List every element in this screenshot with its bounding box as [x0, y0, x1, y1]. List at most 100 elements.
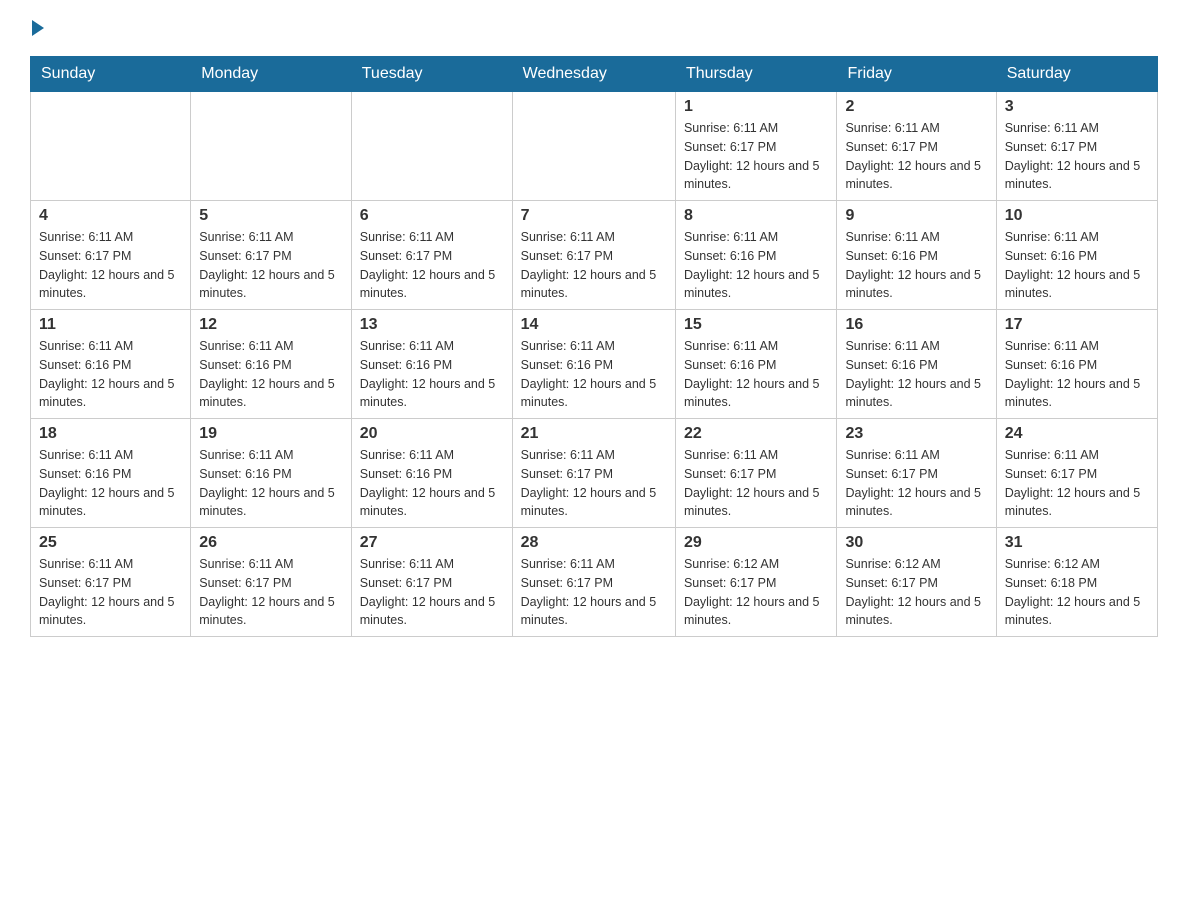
calendar-week-row: 1 Sunrise: 6:11 AMSunset: 6:17 PMDaylight… [31, 92, 1158, 201]
day-info: Sunrise: 6:11 AMSunset: 6:17 PMDaylight:… [360, 228, 504, 303]
weekday-wednesday: Wednesday [512, 57, 675, 92]
day-number: 1 [684, 98, 829, 116]
day-number: 3 [1005, 98, 1149, 116]
calendar-cell: 31 Sunrise: 6:12 AMSunset: 6:18 PMDayligh… [996, 528, 1157, 637]
calendar-cell: 18 Sunrise: 6:11 AMSunset: 6:16 PMDayligh… [31, 419, 191, 528]
calendar-week-row: 25 Sunrise: 6:11 AMSunset: 6:17 PMDayligh… [31, 528, 1158, 637]
day-info: Sunrise: 6:11 AMSunset: 6:17 PMDaylight:… [39, 555, 182, 630]
day-number: 16 [845, 316, 987, 334]
calendar-cell: 16 Sunrise: 6:11 AMSunset: 6:16 PMDayligh… [837, 310, 996, 419]
weekday-saturday: Saturday [996, 57, 1157, 92]
calendar-cell [512, 92, 675, 201]
day-number: 4 [39, 207, 182, 225]
day-number: 2 [845, 98, 987, 116]
day-info: Sunrise: 6:11 AMSunset: 6:16 PMDaylight:… [39, 337, 182, 412]
logo [30, 20, 46, 36]
calendar-cell: 9 Sunrise: 6:11 AMSunset: 6:16 PMDaylight… [837, 201, 996, 310]
day-info: Sunrise: 6:11 AMSunset: 6:16 PMDaylight:… [684, 337, 829, 412]
page-header [30, 20, 1158, 36]
calendar-week-row: 4 Sunrise: 6:11 AMSunset: 6:17 PMDaylight… [31, 201, 1158, 310]
calendar-cell: 19 Sunrise: 6:11 AMSunset: 6:16 PMDayligh… [191, 419, 352, 528]
day-info: Sunrise: 6:11 AMSunset: 6:17 PMDaylight:… [39, 228, 182, 303]
day-info: Sunrise: 6:11 AMSunset: 6:16 PMDaylight:… [521, 337, 667, 412]
calendar-cell: 7 Sunrise: 6:11 AMSunset: 6:17 PMDaylight… [512, 201, 675, 310]
day-number: 24 [1005, 425, 1149, 443]
day-number: 17 [1005, 316, 1149, 334]
day-number: 7 [521, 207, 667, 225]
day-number: 29 [684, 534, 829, 552]
day-info: Sunrise: 6:11 AMSunset: 6:17 PMDaylight:… [521, 228, 667, 303]
calendar-cell: 15Sunrise: 6:11 AMSunset: 6:16 PMDayligh… [675, 310, 837, 419]
day-info: Sunrise: 6:12 AMSunset: 6:18 PMDaylight:… [1005, 555, 1149, 630]
day-number: 22 [684, 425, 829, 443]
calendar-cell: 30 Sunrise: 6:12 AMSunset: 6:17 PMDayligh… [837, 528, 996, 637]
calendar-cell: 3 Sunrise: 6:11 AMSunset: 6:17 PMDaylight… [996, 92, 1157, 201]
day-number: 13 [360, 316, 504, 334]
day-info: Sunrise: 6:11 AMSunset: 6:17 PMDaylight:… [684, 446, 829, 521]
day-info: Sunrise: 6:11 AMSunset: 6:17 PMDaylight:… [1005, 119, 1149, 194]
day-number: 6 [360, 207, 504, 225]
day-number: 25 [39, 534, 182, 552]
calendar-cell: 23Sunrise: 6:11 AMSunset: 6:17 PMDayligh… [837, 419, 996, 528]
calendar-week-row: 18 Sunrise: 6:11 AMSunset: 6:16 PMDayligh… [31, 419, 1158, 528]
calendar-cell: 26 Sunrise: 6:11 AMSunset: 6:17 PMDayligh… [191, 528, 352, 637]
weekday-thursday: Thursday [675, 57, 837, 92]
day-number: 12 [199, 316, 343, 334]
weekday-header-row: SundayMondayTuesdayWednesdayThursdayFrid… [31, 57, 1158, 92]
weekday-sunday: Sunday [31, 57, 191, 92]
day-number: 5 [199, 207, 343, 225]
calendar-cell [31, 92, 191, 201]
day-number: 30 [845, 534, 987, 552]
day-number: 20 [360, 425, 504, 443]
day-info: Sunrise: 6:11 AMSunset: 6:16 PMDaylight:… [845, 337, 987, 412]
day-number: 28 [521, 534, 667, 552]
calendar-cell: 14Sunrise: 6:11 AMSunset: 6:16 PMDayligh… [512, 310, 675, 419]
weekday-monday: Monday [191, 57, 352, 92]
day-info: Sunrise: 6:11 AMSunset: 6:17 PMDaylight:… [199, 228, 343, 303]
day-info: Sunrise: 6:11 AMSunset: 6:16 PMDaylight:… [199, 446, 343, 521]
day-info: Sunrise: 6:11 AMSunset: 6:17 PMDaylight:… [199, 555, 343, 630]
calendar-cell: 10 Sunrise: 6:11 AMSunset: 6:16 PMDayligh… [996, 201, 1157, 310]
weekday-friday: Friday [837, 57, 996, 92]
day-number: 31 [1005, 534, 1149, 552]
day-number: 21 [521, 425, 667, 443]
calendar-cell: 11 Sunrise: 6:11 AMSunset: 6:16 PMDayligh… [31, 310, 191, 419]
day-info: Sunrise: 6:11 AMSunset: 6:16 PMDaylight:… [360, 337, 504, 412]
day-number: 10 [1005, 207, 1149, 225]
day-info: Sunrise: 6:11 AMSunset: 6:16 PMDaylight:… [845, 228, 987, 303]
calendar-cell: 27 Sunrise: 6:11 AMSunset: 6:17 PMDayligh… [351, 528, 512, 637]
calendar-cell: 24Sunrise: 6:11 AMSunset: 6:17 PMDayligh… [996, 419, 1157, 528]
calendar-cell: 6 Sunrise: 6:11 AMSunset: 6:17 PMDaylight… [351, 201, 512, 310]
day-info: Sunrise: 6:11 AMSunset: 6:16 PMDaylight:… [1005, 337, 1149, 412]
calendar-cell: 21Sunrise: 6:11 AMSunset: 6:17 PMDayligh… [512, 419, 675, 528]
calendar-cell: 1Sunrise: 6:11 AMSunset: 6:17 PMDaylight… [675, 92, 837, 201]
calendar-cell: 22 Sunrise: 6:11 AMSunset: 6:17 PMDayligh… [675, 419, 837, 528]
day-info: Sunrise: 6:11 AMSunset: 6:17 PMDaylight:… [521, 555, 667, 630]
calendar-table: SundayMondayTuesdayWednesdayThursdayFrid… [30, 56, 1158, 637]
calendar-header: SundayMondayTuesdayWednesdayThursdayFrid… [31, 57, 1158, 92]
calendar-body: 1 Sunrise: 6:11 AMSunset: 6:17 PMDaylight… [31, 92, 1158, 637]
calendar-cell: 20Sunrise: 6:11 AMSunset: 6:16 PMDayligh… [351, 419, 512, 528]
day-info: Sunrise: 6:11 AMSunset: 6:16 PMDaylight:… [199, 337, 343, 412]
calendar-cell: 2 Sunrise: 6:11 AMSunset: 6:17 PMDaylight… [837, 92, 996, 201]
day-info: Sunrise: 6:11 AMSunset: 6:16 PMDaylight:… [39, 446, 182, 521]
day-info: Sunrise: 6:11 AMSunset: 6:16 PMDaylight:… [1005, 228, 1149, 303]
day-number: 11 [39, 316, 182, 334]
day-number: 26 [199, 534, 343, 552]
logo-arrow-icon [32, 20, 44, 36]
day-info: Sunrise: 6:12 AMSunset: 6:17 PMDaylight:… [684, 555, 829, 630]
calendar-cell: 5 Sunrise: 6:11 AMSunset: 6:17 PMDaylight… [191, 201, 352, 310]
day-info: Sunrise: 6:12 AMSunset: 6:17 PMDaylight:… [845, 555, 987, 630]
day-number: 18 [39, 425, 182, 443]
calendar-cell: 4 Sunrise: 6:11 AMSunset: 6:17 PMDaylight… [31, 201, 191, 310]
day-info: Sunrise: 6:11 AMSunset: 6:17 PMDaylight:… [845, 119, 987, 194]
day-info: Sunrise: 6:11 AMSunset: 6:17 PMDaylight:… [360, 555, 504, 630]
day-number: 27 [360, 534, 504, 552]
weekday-tuesday: Tuesday [351, 57, 512, 92]
day-number: 9 [845, 207, 987, 225]
calendar-cell: 17 Sunrise: 6:11 AMSunset: 6:16 PMDayligh… [996, 310, 1157, 419]
day-info: Sunrise: 6:11 AMSunset: 6:17 PMDaylight:… [845, 446, 987, 521]
calendar-cell: 29 Sunrise: 6:12 AMSunset: 6:17 PMDayligh… [675, 528, 837, 637]
day-number: 19 [199, 425, 343, 443]
calendar-cell: 8Sunrise: 6:11 AMSunset: 6:16 PMDaylight… [675, 201, 837, 310]
